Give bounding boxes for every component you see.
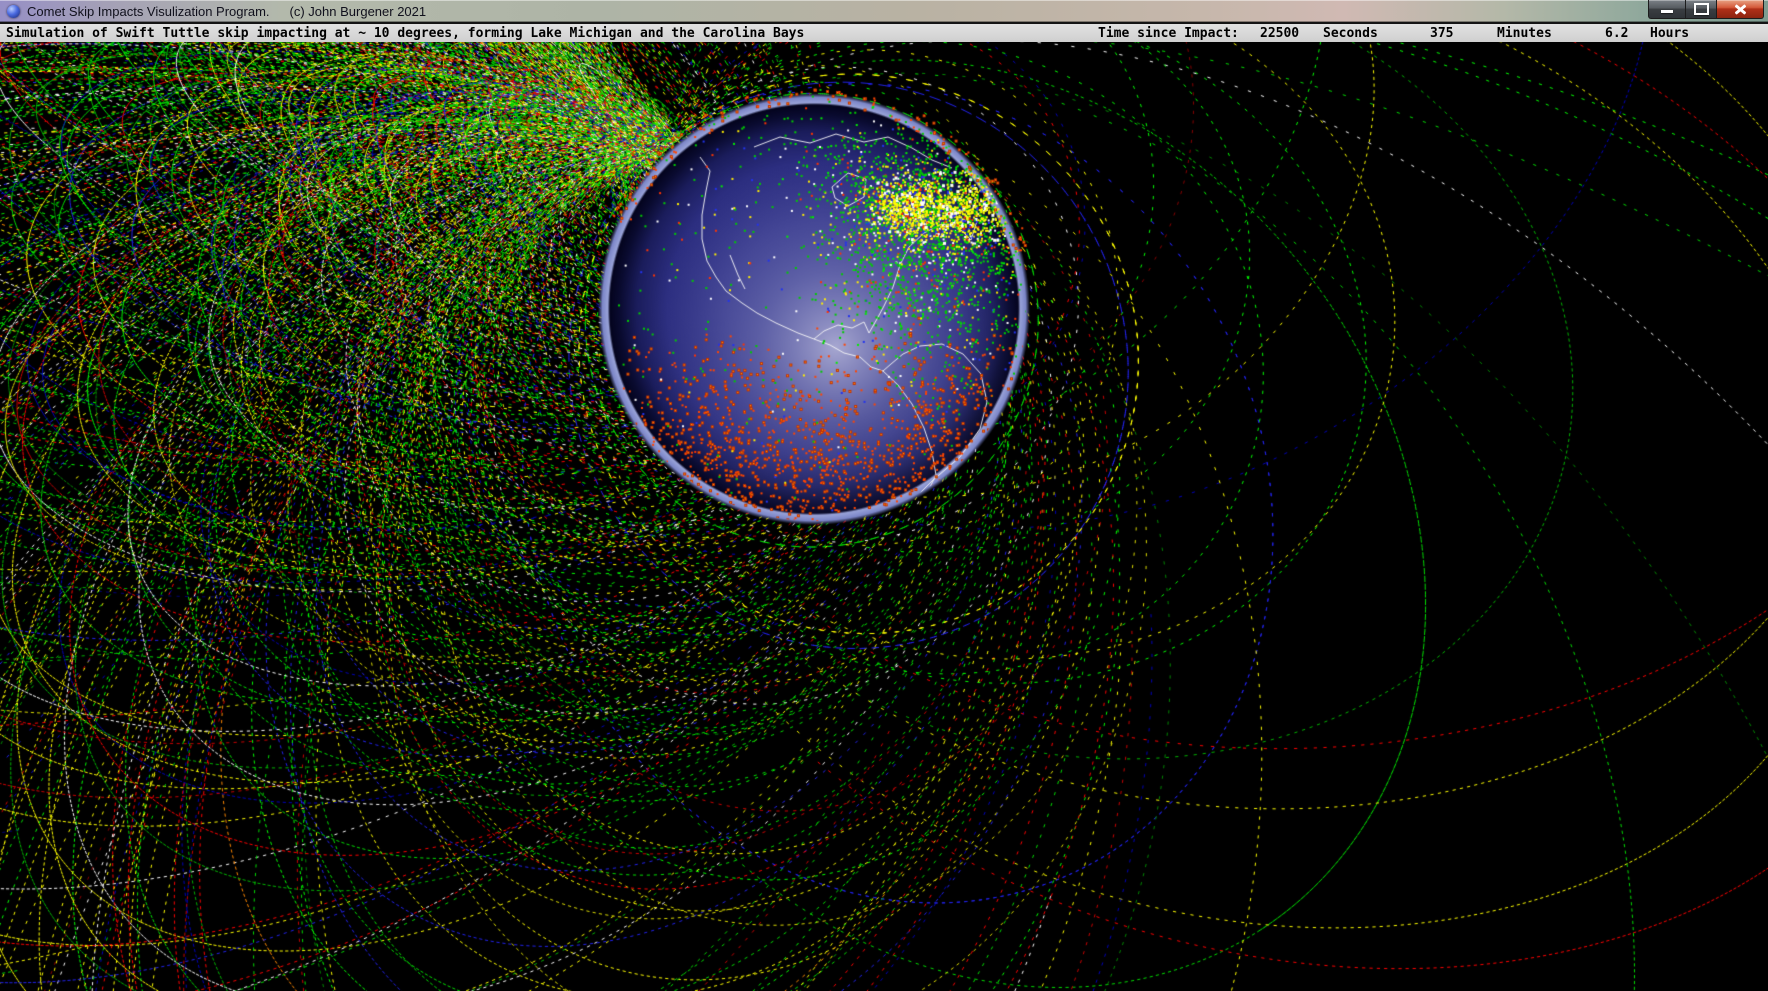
seconds-unit: Seconds xyxy=(1323,25,1378,42)
seconds-value: 22500 xyxy=(1260,25,1299,42)
hours-unit: Hours xyxy=(1650,25,1689,42)
window-title-bar[interactable]: Comet Skip Impacts Visulization Program.… xyxy=(0,0,1768,22)
time-since-impact-label: Time since Impact: xyxy=(1098,25,1239,42)
maximize-button[interactable] xyxy=(1685,0,1717,19)
app-globe-icon xyxy=(7,5,20,18)
window-copyright: (c) John Burgener 2021 xyxy=(290,4,427,19)
simulation-description: Simulation of Swift Tuttle skip impactin… xyxy=(6,25,804,42)
window-controls xyxy=(1648,0,1764,19)
minutes-value: 375 xyxy=(1430,25,1453,42)
window-title: Comet Skip Impacts Visulization Program. xyxy=(27,4,270,19)
status-bar: Simulation of Swift Tuttle skip impactin… xyxy=(0,22,1768,42)
maximize-icon xyxy=(1694,3,1709,15)
close-button[interactable] xyxy=(1716,0,1764,19)
earth-globe xyxy=(584,79,1044,539)
close-icon xyxy=(1734,4,1747,15)
minimize-icon xyxy=(1661,10,1673,13)
hours-value: 6.2 xyxy=(1605,25,1628,42)
minutes-unit: Minutes xyxy=(1497,25,1552,42)
minimize-button[interactable] xyxy=(1648,0,1686,19)
